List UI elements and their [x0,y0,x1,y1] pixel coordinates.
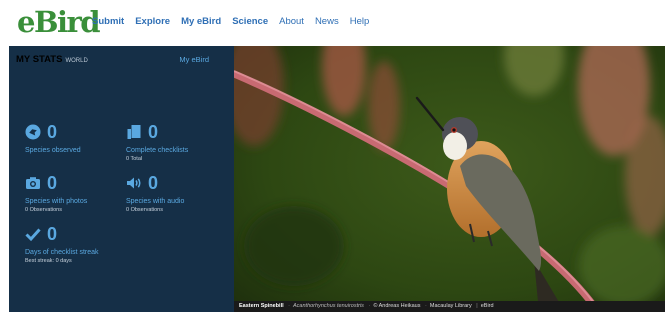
species-with-photos-observations: 0 Observations [25,207,62,213]
featured-bird-photo [234,46,665,312]
species-with-audio-label: Species with audio [126,198,185,205]
stat-species-with-photos[interactable]: 0 Species with photos 0 Observations [25,173,125,213]
nav-help[interactable]: Help [350,16,370,27]
species-with-audio-observations: 0 Observations [126,207,163,213]
checklist-streak-label: Days of checklist streak [25,249,99,256]
nav-my-ebird[interactable]: My eBird [181,16,221,27]
site-header: eBird Submit Explore My eBird Science Ab… [0,0,665,46]
photo-caption: Eastern Spinebill · Acanthorhynchus tenui… [234,301,665,312]
nav-news[interactable]: News [315,16,339,27]
stat-complete-checklists[interactable]: 0 Complete checklists 0 Total [126,122,226,162]
my-stats-header: MY STATS WORLD My eBird [16,54,209,65]
ebird-source: eBird [480,303,494,309]
stats-scope: WORLD [65,58,88,64]
checklist-streak-count: 0 [47,224,58,244]
species-observed-label: Species observed [25,147,81,154]
bird-scientific-name: Acanthorhynchus tenuirostris [293,303,364,309]
checklist-icon [126,124,142,140]
nav-about[interactable]: About [279,16,304,27]
photo-credit[interactable]: © Andreas Heikaus [373,303,420,309]
complete-checklists-total: 0 Total [126,156,143,162]
stat-species-observed[interactable]: 0 Species observed [25,122,125,154]
bird-common-name[interactable]: Eastern Spinebill [239,303,284,309]
species-icon [25,124,41,140]
macaulay-library-link[interactable]: Macaulay Library [430,303,472,309]
nav-submit[interactable]: Submit [92,16,124,27]
nav-explore[interactable]: Explore [135,16,170,27]
stat-checklist-streak[interactable]: 0 Days of checklist streak Best streak: … [25,224,155,264]
species-with-audio-count: 0 [148,173,159,193]
camera-icon [25,175,41,191]
complete-checklists-count: 0 [148,122,159,142]
stat-species-with-audio[interactable]: 0 Species with audio 0 Observations [126,173,226,213]
checkmark-icon [25,226,41,242]
species-with-photos-count: 0 [47,173,58,193]
species-with-photos-label: Species with photos [25,198,88,205]
audio-icon [126,175,142,191]
complete-checklists-label: Complete checklists [126,147,189,154]
species-observed-count: 0 [47,122,58,142]
my-ebird-link[interactable]: My eBird [179,55,209,64]
my-stats-title: MY STATS WORLD [16,54,88,65]
ebird-logo[interactable]: eBird [17,5,101,39]
best-streak: Best streak: 0 days [25,258,72,264]
main-nav: Submit Explore My eBird Science About Ne… [92,16,369,27]
nav-science[interactable]: Science [232,16,268,27]
